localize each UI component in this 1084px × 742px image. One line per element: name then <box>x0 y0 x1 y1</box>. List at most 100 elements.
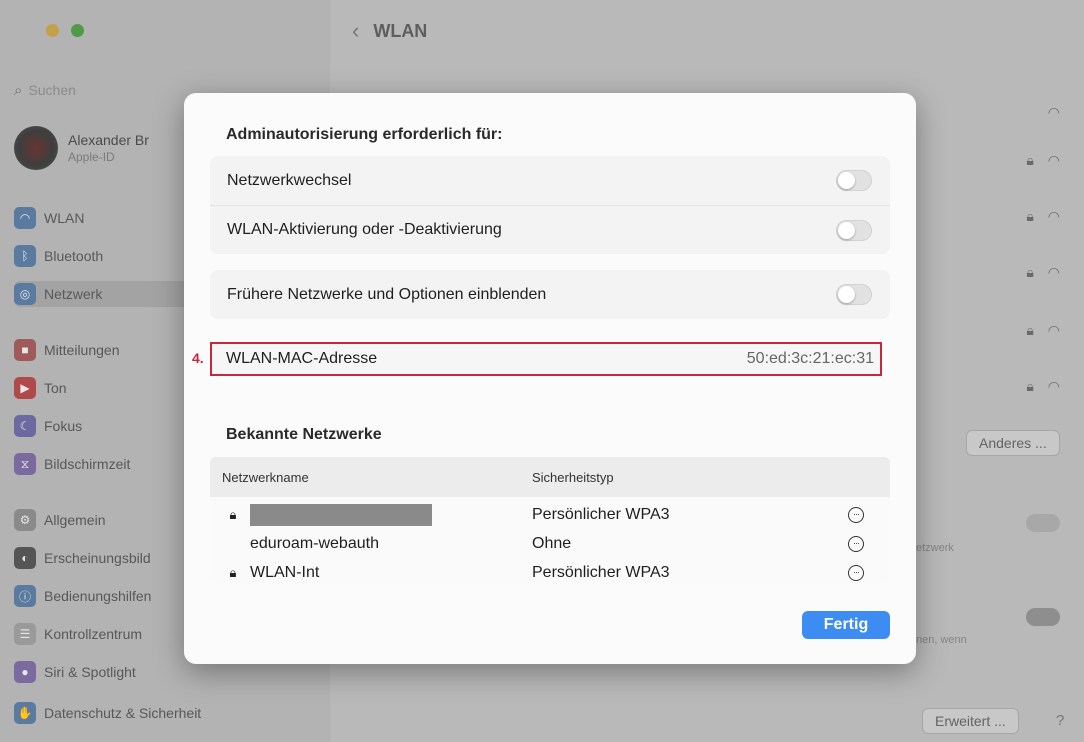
netzwerkwechsel-toggle[interactable] <box>836 170 872 191</box>
sidebar-item-label: Allgemein <box>44 512 106 528</box>
fruehere-netzwerke-toggle[interactable] <box>836 284 872 305</box>
more-options-icon[interactable]: ··· <box>848 535 864 552</box>
advanced-button[interactable]: Erweitert ... <box>922 708 1019 734</box>
toggle-group-earlier: Frühere Netzwerke und Optionen einblende… <box>210 270 890 319</box>
search-icon: ⌕ <box>14 81 23 99</box>
background-text: etzwerk <box>916 542 954 554</box>
toggle-label: Netzwerkwechsel <box>227 171 352 189</box>
known-networks-heading: Bekannte Netzwerke <box>226 426 382 443</box>
mac-address-label: WLAN-MAC-Adresse <box>226 350 378 367</box>
network-status-row: 🔒︎ ◠ <box>1026 152 1060 169</box>
column-header-security[interactable]: Sicherheitstyp <box>532 470 614 485</box>
known-networks-table: Netzwerkname Sicherheitstyp 🔒︎ Persönlic… <box>210 457 890 583</box>
minimize-button[interactable] <box>46 24 59 37</box>
gear-icon: ⚙ <box>14 509 36 531</box>
network-status-row: ◠ <box>1048 104 1060 121</box>
network-name: WLAN-Int <box>250 563 320 581</box>
control-center-icon: ☰ <box>14 623 36 645</box>
bell-icon: ■ <box>14 339 36 361</box>
help-button[interactable]: ? <box>1056 712 1064 729</box>
admin-authorization-dialog: Adminautorisierung erforderlich für: Net… <box>184 93 916 664</box>
sidebar-item-label: Netzwerk <box>44 286 103 302</box>
toggle-row-fruehere-netzwerke: Frühere Netzwerke und Optionen einblende… <box>210 270 890 319</box>
window-controls <box>46 24 84 37</box>
bluetooth-icon: ᛒ <box>14 245 36 267</box>
siri-icon: ● <box>14 661 36 683</box>
toggle-group: Netzwerkwechsel WLAN-Aktivierung oder -D… <box>210 156 890 254</box>
network-status-row: 🔒︎ ◠ <box>1026 322 1060 339</box>
table-row[interactable]: eduroam-webauth Ohne ··· <box>210 529 890 558</box>
column-header-name[interactable]: Netzwerkname <box>210 470 532 485</box>
lock-icon: 🔒︎ <box>1026 152 1034 168</box>
lock-icon: 🔒︎ <box>1026 322 1034 338</box>
network-status-row: 🔒︎ ◠ <box>1026 378 1060 395</box>
lock-icon: 🔒︎ <box>1026 378 1034 394</box>
toggle-row-netzwerkwechsel: Netzwerkwechsel <box>210 156 890 205</box>
back-chevron-icon[interactable]: ‹ <box>352 18 359 44</box>
sidebar-item-label: WLAN <box>44 210 85 226</box>
sidebar-item-label: Erscheinungsbild <box>44 550 151 566</box>
lock-icon: 🔒︎ <box>229 506 237 522</box>
security-type: Persönlicher WPA3 <box>532 505 670 523</box>
network-name: eduroam-webauth <box>250 534 379 552</box>
toolbar: ‹ WLAN <box>352 18 427 44</box>
sidebar-item-label: Ton <box>44 380 67 396</box>
toggle-label: Frühere Netzwerke und Optionen einblende… <box>227 285 547 303</box>
accessibility-icon: ⓘ <box>14 585 36 607</box>
table-row[interactable]: 🔒︎ Persönlicher WPA3 ··· <box>210 500 890 529</box>
wifi-icon: ◠ <box>1047 264 1060 280</box>
hourglass-icon: ⧖ <box>14 453 36 475</box>
wifi-icon: ◠ <box>1047 378 1060 394</box>
table-header: Netzwerkname Sicherheitstyp <box>210 457 890 497</box>
wifi-icon: ◠ <box>14 207 36 229</box>
dialog-heading: Adminautorisierung erforderlich für: <box>226 126 503 143</box>
wifi-icon: ◠ <box>1047 208 1060 224</box>
mac-address-value: 50:ed:3c:21:ec:31 <box>746 350 874 367</box>
wlan-aktivierung-toggle[interactable] <box>836 219 872 241</box>
sidebar-item-label: Bluetooth <box>44 248 104 264</box>
appearance-icon: ◐ <box>14 547 36 569</box>
wifi-icon: ◠ <box>1047 322 1060 338</box>
zoom-button[interactable] <box>71 24 84 37</box>
security-type: Ohne <box>532 534 572 552</box>
table-row[interactable]: 🔒︎ WLAN-Int Persönlicher WPA3 ··· <box>210 558 890 583</box>
network-status-row: 🔒︎ ◠ <box>1026 208 1060 225</box>
sidebar-item-label: Mitteilungen <box>44 342 120 358</box>
user-subtitle: Apple-ID <box>68 150 115 164</box>
more-options-icon[interactable]: ··· <box>848 506 864 523</box>
background-toggle[interactable] <box>1026 514 1060 532</box>
lock-icon: 🔒︎ <box>1026 208 1034 224</box>
mac-address-row: WLAN-MAC-Adresse 50:ed:3c:21:ec:31 <box>210 342 882 376</box>
redacted-network-name <box>250 503 432 526</box>
sidebar-item-label: Siri & Spotlight <box>44 664 136 680</box>
sidebar-item-datenschutz[interactable]: ✋ Datenschutz & Sicherheit <box>14 700 314 726</box>
hand-icon: ✋ <box>14 702 36 724</box>
wifi-icon: ◠ <box>1047 104 1060 120</box>
sidebar-item-label: Fokus <box>44 418 83 434</box>
lock-icon: 🔒︎ <box>1026 264 1034 280</box>
user-account[interactable]: Alexander Br Apple-ID <box>14 126 149 170</box>
network-status-row: 🔒︎ ◠ <box>1026 264 1060 281</box>
speaker-icon: ▶ <box>14 377 36 399</box>
search-placeholder: Suchen <box>28 82 76 98</box>
lock-icon: 🔒︎ <box>229 564 237 580</box>
toggle-label: WLAN-Aktivierung oder -Deaktivierung <box>227 221 502 238</box>
more-options-icon[interactable]: ··· <box>848 564 864 581</box>
sidebar-item-label: Bedienungshilfen <box>44 588 152 604</box>
user-name: Alexander Br <box>68 132 149 148</box>
globe-icon: ◎ <box>14 283 36 305</box>
security-type: Persönlicher WPA3 <box>532 563 670 581</box>
sidebar-item-label: Kontrollzentrum <box>44 626 143 642</box>
done-button[interactable]: Fertig <box>802 611 890 639</box>
moon-icon: ☾ <box>14 415 36 437</box>
wifi-icon: ◠ <box>1047 152 1060 168</box>
avatar <box>14 126 58 170</box>
background-toggle[interactable] <box>1026 608 1060 626</box>
sidebar-item-label: Datenschutz & Sicherheit <box>44 705 202 721</box>
background-text: nen, wenn <box>916 634 967 646</box>
other-network-button[interactable]: Anderes ... <box>966 430 1060 456</box>
step-number: 4. <box>192 350 204 366</box>
page-title: WLAN <box>373 20 428 41</box>
sidebar-item-label: Bildschirmzeit <box>44 456 131 472</box>
toggle-row-wlan-aktivierung: WLAN-Aktivierung oder -Deaktivierung <box>210 205 890 254</box>
